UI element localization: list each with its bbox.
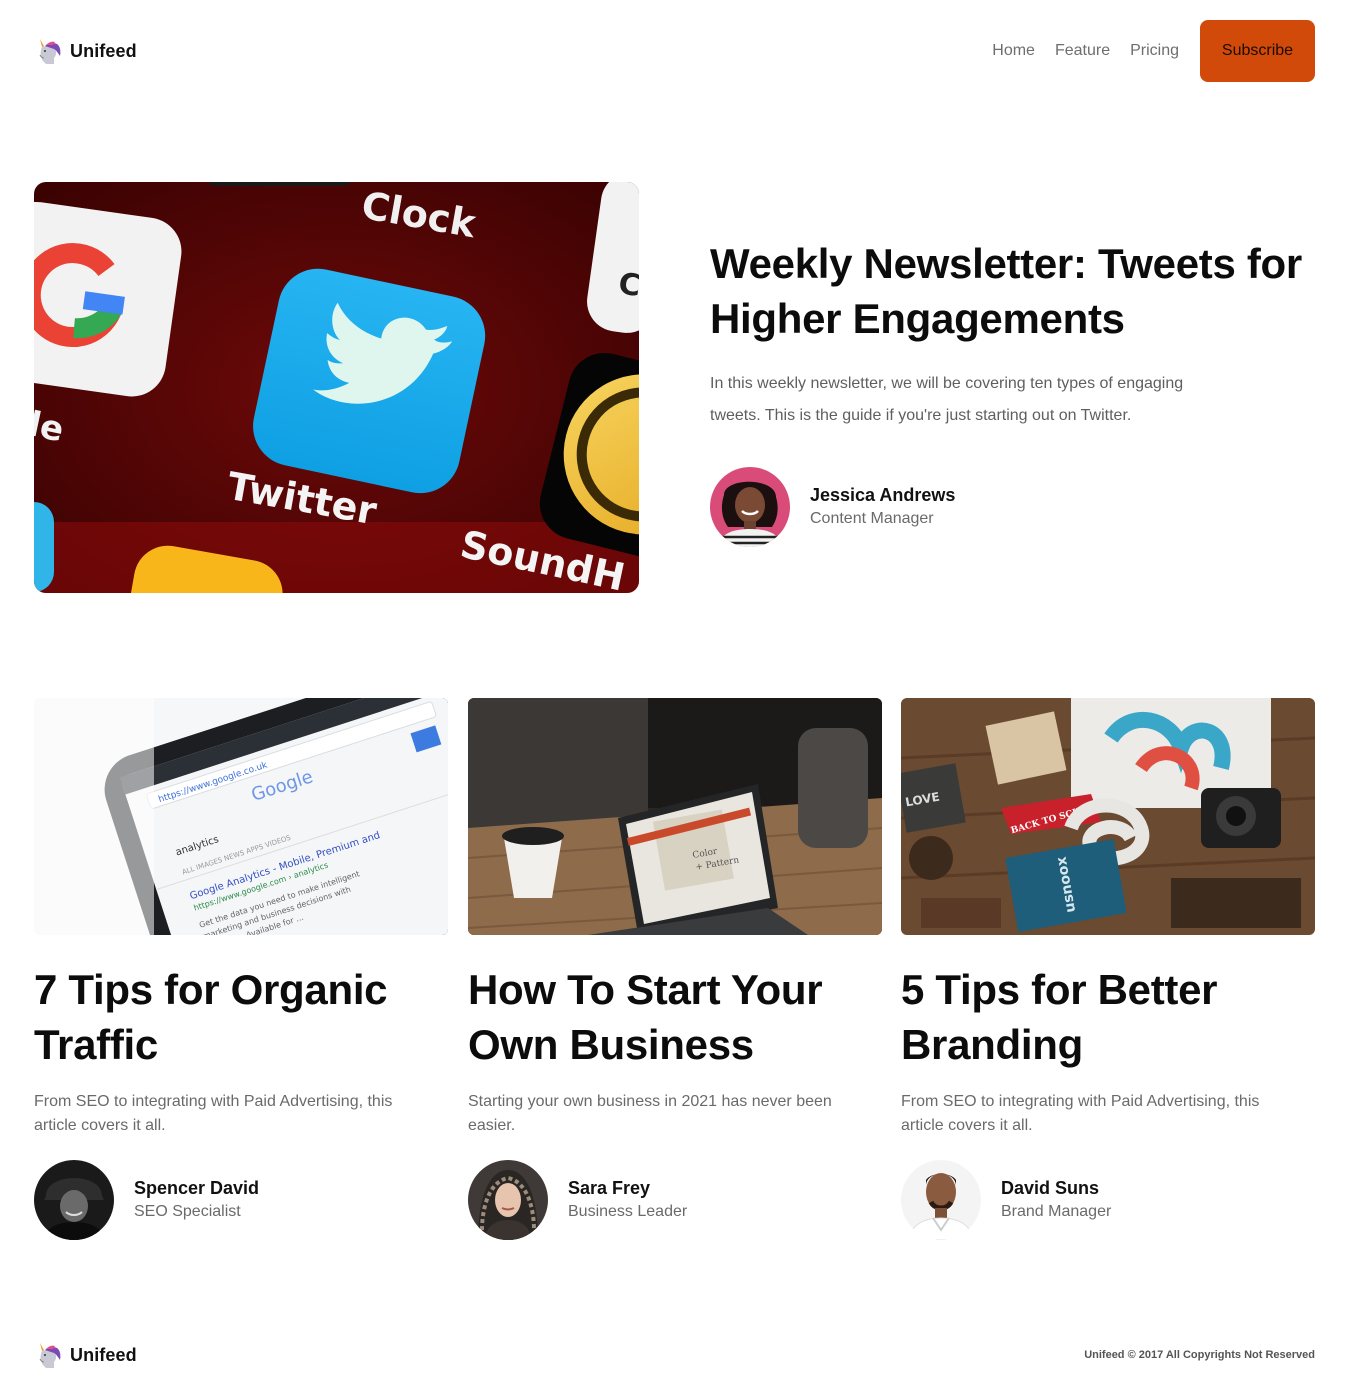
hero-photo: le Clock Twitter C SoundH — [34, 182, 639, 593]
author-meta: David Suns Brand Manager — [1001, 1176, 1111, 1224]
card-description: From SEO to integrating with Paid Advert… — [34, 1093, 393, 1134]
article-card: LOVE BACK TO SCHOOL usnoox 5 Tips for Be… — [901, 698, 1315, 1240]
subscribe-button[interactable]: Subscribe — [1200, 20, 1315, 82]
copyright-text: Unifeed © 2017 All Copyrights Not Reserv… — [1084, 1349, 1315, 1361]
avatar — [901, 1160, 981, 1240]
author-name[interactable]: Sara Frey — [568, 1176, 687, 1200]
avatar — [34, 1160, 114, 1240]
hero-description: In this weekly newsletter, we will be co… — [710, 375, 1184, 424]
card-photo-phone-google: https://www.google.co.uk Google analytic… — [34, 698, 448, 935]
unicorn-icon — [39, 39, 61, 64]
article-card: Color + Pattern How To Start Your Own Bu… — [468, 698, 882, 1240]
author-meta: Sara Frey Business Leader — [568, 1176, 687, 1224]
brand-name: Unifeed — [70, 40, 137, 61]
card-photo-branding-flatlay: LOVE BACK TO SCHOOL usnoox — [901, 698, 1315, 935]
card-title[interactable]: 7 Tips for Organic Traffic — [34, 962, 448, 1072]
brand-logo[interactable]: Unifeed — [34, 37, 137, 65]
nav-pricing[interactable]: Pricing — [1130, 42, 1179, 60]
unicorn-icon — [39, 1343, 61, 1368]
avatar — [710, 467, 790, 547]
card-photo-laptop-desk: Color + Pattern — [468, 698, 882, 935]
author-meta: Jessica Andrews Content Manager — [810, 483, 955, 531]
author-role: SEO Specialist — [134, 1203, 241, 1220]
hero-content: Weekly Newsletter: Tweets for Higher Eng… — [710, 236, 1315, 432]
hero-author: Jessica Andrews Content Manager — [710, 467, 955, 547]
author-name[interactable]: Spencer David — [134, 1176, 259, 1200]
card-description: Starting your own business in 2021 has n… — [468, 1093, 832, 1134]
nav-feature[interactable]: Feature — [1055, 42, 1110, 60]
author-name[interactable]: Jessica Andrews — [810, 483, 955, 507]
card-author: David Suns Brand Manager — [901, 1160, 1315, 1240]
site-header: Unifeed Home Feature Pricing Subscribe — [34, 20, 1315, 82]
site-footer: Unifeed Unifeed © 2017 All Copyrights No… — [34, 1340, 1315, 1370]
article-card: https://www.google.co.uk Google analytic… — [34, 698, 448, 1240]
hero-title[interactable]: Weekly Newsletter: Tweets for Higher Eng… — [710, 236, 1315, 346]
footer-brand-name: Unifeed — [70, 1344, 137, 1365]
main-nav: Home Feature Pricing Subscribe — [992, 20, 1315, 82]
card-image[interactable]: https://www.google.co.uk Google analytic… — [34, 698, 448, 935]
author-role: Brand Manager — [1001, 1203, 1112, 1220]
card-image[interactable]: Color + Pattern — [468, 698, 882, 935]
card-image[interactable]: LOVE BACK TO SCHOOL usnoox — [901, 698, 1315, 935]
card-author: Sara Frey Business Leader — [468, 1160, 882, 1240]
nav-home[interactable]: Home — [992, 42, 1035, 60]
author-name[interactable]: David Suns — [1001, 1176, 1111, 1200]
card-title[interactable]: How To Start Your Own Business — [468, 962, 882, 1072]
card-title[interactable]: 5 Tips for Better Branding — [901, 962, 1315, 1072]
card-author: Spencer David SEO Specialist — [34, 1160, 448, 1240]
footer-brand-logo[interactable]: Unifeed — [34, 1341, 137, 1369]
author-meta: Spencer David SEO Specialist — [134, 1176, 259, 1224]
hero-image[interactable]: le Clock Twitter C SoundH — [34, 182, 639, 593]
author-role: Business Leader — [568, 1203, 688, 1220]
svg-text:C: C — [616, 266, 639, 304]
author-role: Content Manager — [810, 510, 934, 527]
card-description: From SEO to integrating with Paid Advert… — [901, 1093, 1260, 1134]
avatar — [468, 1160, 548, 1240]
